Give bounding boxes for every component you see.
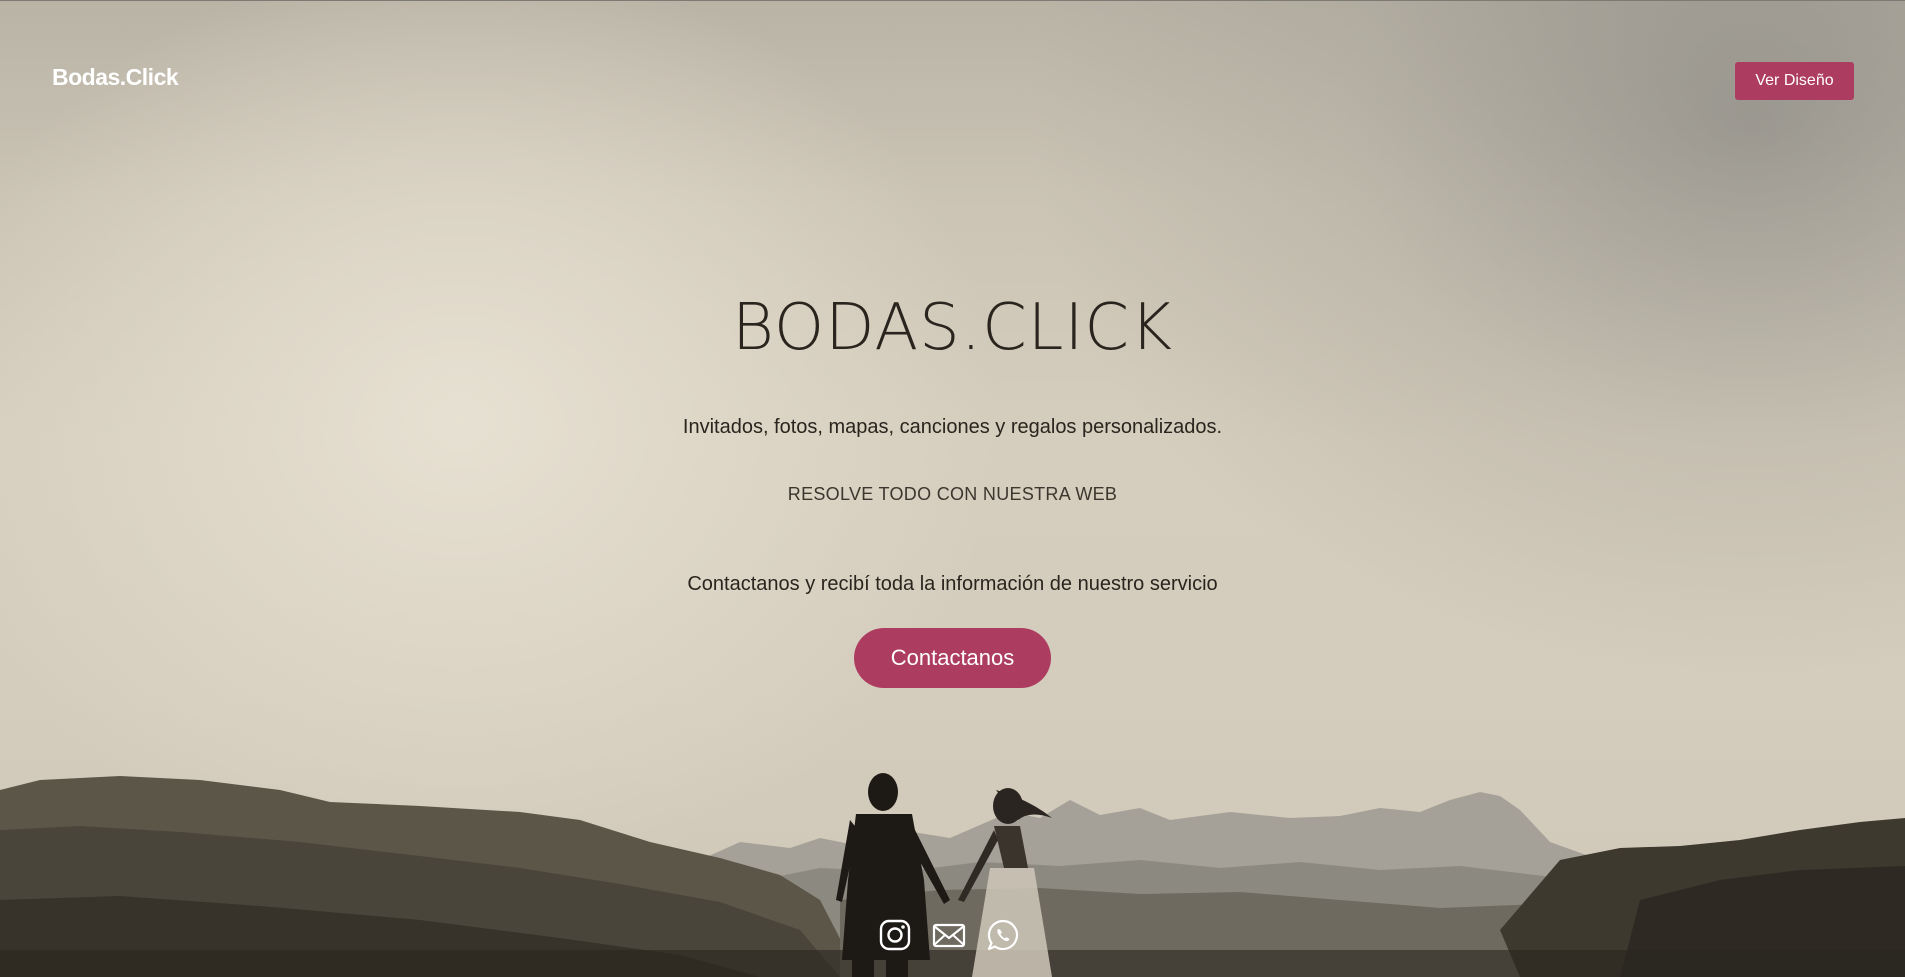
contact-button[interactable]: Contactanos	[854, 628, 1051, 688]
mail-icon[interactable]	[932, 918, 966, 952]
social-links	[878, 918, 1020, 952]
ver-diseno-button[interactable]: Ver Diseño	[1735, 62, 1854, 100]
hero-subtitle: Invitados, fotos, mapas, canciones y reg…	[682, 416, 1223, 438]
hero-title: BODAS.CLICK	[732, 291, 1173, 365]
hero-tagline: RESOLVE TODO CON NUESTRA WEB	[787, 484, 1118, 504]
instagram-icon[interactable]	[878, 918, 912, 952]
contact-prompt: Contactanos y recibí toda la información…	[687, 573, 1218, 595]
whatsapp-icon[interactable]	[986, 918, 1020, 952]
site-logo[interactable]: Bodas.Click	[52, 66, 179, 89]
